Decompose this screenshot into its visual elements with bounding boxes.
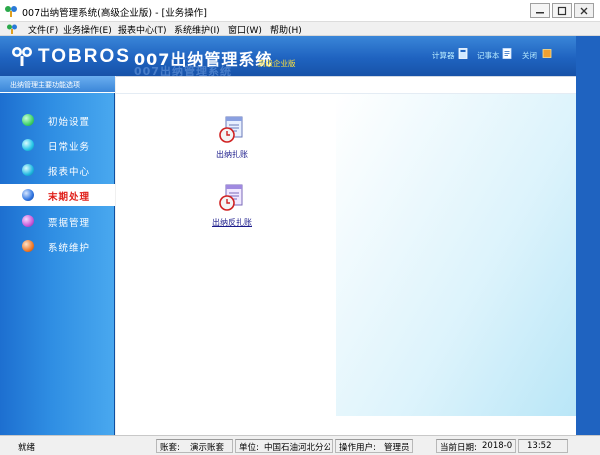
- close-link[interactable]: 关闭: [522, 50, 537, 61]
- sidebar-item-bill-management[interactable]: 票据管理: [0, 210, 115, 232]
- status-ready: 就绪: [18, 443, 36, 453]
- workspace-background: [336, 94, 576, 416]
- close-icon: [580, 7, 588, 15]
- sidebar-item-initial-setup[interactable]: 初始设置: [0, 109, 115, 131]
- time-value: 13:52: [527, 441, 552, 451]
- cyan-orb-icon: [22, 139, 34, 151]
- workspace: 出纳扎账 出纳反扎账: [116, 76, 576, 435]
- date-value: 2018-0: [482, 441, 513, 451]
- sidebar-item-label: 票据管理: [48, 218, 91, 229]
- close-accounts-function[interactable]: 出纳扎账: [202, 115, 262, 160]
- sidebar-item-period-end[interactable]: 末期处理: [0, 184, 115, 206]
- app-menu-icon[interactable]: [6, 23, 18, 35]
- workspace-top-strip: [116, 77, 576, 94]
- reopen-accounts-label[interactable]: 出纳反扎账: [202, 217, 262, 228]
- menu-maintenance[interactable]: 系统维护(I): [174, 23, 220, 36]
- blue-orb-icon: [22, 189, 34, 201]
- unit-value: 中国石油河北分公: [264, 443, 330, 453]
- calculator-link[interactable]: 计算器: [432, 50, 455, 61]
- reopen-accounts-function[interactable]: 出纳反扎账: [202, 183, 262, 228]
- close-accounts-label[interactable]: 出纳扎账: [202, 149, 262, 160]
- menu-bar: 文件(F) 业务操作(E) 报表中心(T) 系统维护(I) 窗口(W) 帮助(H…: [0, 22, 600, 36]
- app-banner: TOBROS 007出纳管理系统 007出纳管理系统 高级企业版 计算器 记事本…: [0, 36, 600, 78]
- menu-window[interactable]: 窗口(W): [228, 23, 262, 36]
- green-orb-icon: [22, 114, 34, 126]
- restore-button[interactable]: [552, 3, 572, 18]
- ledger-clock-icon[interactable]: [217, 183, 247, 213]
- right-frame: [576, 36, 600, 435]
- sidebar-item-label: 初始设置: [48, 117, 91, 128]
- account-label: 账套:: [160, 443, 180, 453]
- sidebar-header: 出纳管理主要功能选项: [0, 76, 115, 93]
- minimize-button[interactable]: [530, 3, 550, 18]
- purple-orb-icon: [22, 215, 34, 227]
- ledger-clock-icon[interactable]: [217, 115, 247, 145]
- user-value: 管理员: [384, 443, 410, 453]
- window-title: 007出纳管理系统(高级企业版) - [业务操作]: [22, 8, 207, 19]
- edition-label: 高级企业版: [258, 59, 296, 68]
- menu-file[interactable]: 文件(F): [28, 23, 58, 36]
- sidebar-item-label: 报表中心: [48, 167, 91, 178]
- sidebar: 出纳管理主要功能选项 初始设置 日常业务 报表中心 末期处理 票据管理 系统维护: [0, 76, 115, 435]
- exit-icon[interactable]: [542, 48, 552, 59]
- calculator-icon[interactable]: [458, 48, 468, 59]
- sidebar-item-report-center[interactable]: 报表中心: [0, 159, 115, 181]
- tobros-logo-icon: [12, 47, 32, 66]
- sidebar-item-label: 日常业务: [48, 142, 91, 153]
- brand-name: TOBROS: [38, 46, 131, 67]
- user-label: 操作用户:: [339, 443, 376, 453]
- notepad-icon[interactable]: [502, 48, 512, 59]
- app-logo-icon: [5, 6, 17, 17]
- close-button[interactable]: [574, 3, 594, 18]
- menu-reports[interactable]: 报表中心(T): [118, 23, 167, 36]
- status-bar: 就绪 账套: 演示账套 单位: 中国石油河北分公 操作用户: 管理员 当前日期:…: [0, 435, 600, 455]
- menu-business[interactable]: 业务操作(E): [63, 23, 112, 36]
- cyan-orb-icon: [22, 164, 34, 176]
- restore-icon: [557, 6, 567, 16]
- notepad-link[interactable]: 记事本: [477, 50, 500, 61]
- date-label: 当前日期:: [440, 443, 477, 453]
- minimize-icon: [536, 12, 544, 14]
- orange-orb-icon: [22, 240, 34, 252]
- account-value: 演示账套: [190, 443, 225, 453]
- sidebar-item-label: 末期处理: [48, 192, 91, 203]
- sidebar-item-system-maintenance[interactable]: 系统维护: [0, 235, 115, 257]
- unit-label: 单位:: [239, 443, 259, 453]
- sidebar-header-text: 出纳管理主要功能选项: [10, 81, 80, 89]
- sidebar-item-label: 系统维护: [48, 243, 91, 254]
- title-bar: 007出纳管理系统(高级企业版) - [业务操作]: [0, 0, 600, 22]
- menu-help[interactable]: 帮助(H): [270, 23, 302, 36]
- sidebar-item-daily-business[interactable]: 日常业务: [0, 134, 115, 156]
